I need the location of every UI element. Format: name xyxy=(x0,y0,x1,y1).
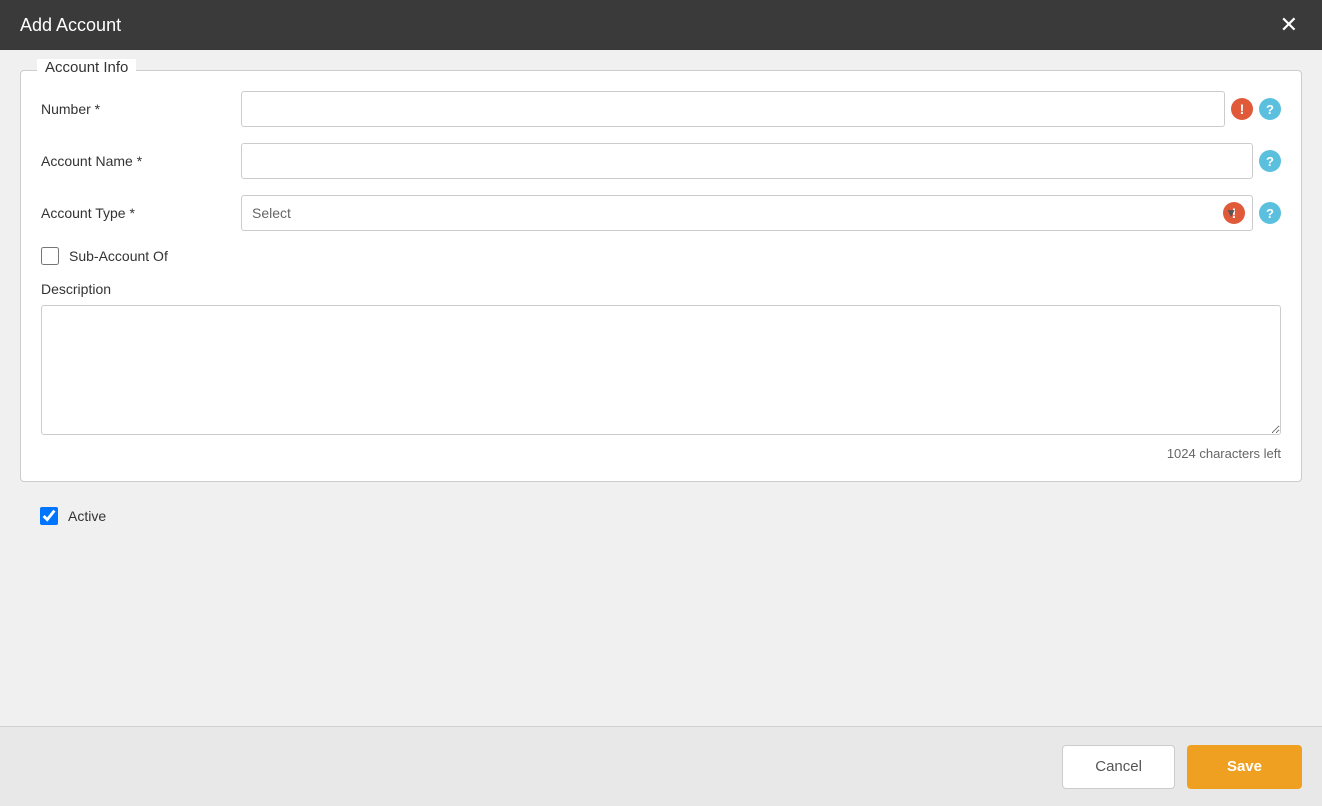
account-name-label: Account Name * xyxy=(41,153,241,169)
description-label: Description xyxy=(41,281,1281,297)
account-name-row: Account Name * ? xyxy=(41,143,1281,179)
char-count: 1024 characters left xyxy=(41,446,1281,461)
sub-account-checkbox[interactable] xyxy=(41,247,59,265)
account-type-select-wrapper: Select ! ▼ xyxy=(241,195,1253,231)
account-info-legend: Account Info xyxy=(37,59,136,76)
account-info-section: Account Info Number * ! ? Account Name * xyxy=(20,70,1302,482)
dialog-footer: Cancel Save xyxy=(0,726,1322,806)
number-row: Number * ! ? xyxy=(41,91,1281,127)
account-type-row: Account Type * Select ! ▼ xyxy=(41,195,1281,231)
active-label: Active xyxy=(68,508,106,524)
number-input[interactable] xyxy=(241,91,1225,127)
account-name-help-icon[interactable]: ? xyxy=(1259,150,1281,172)
add-account-dialog: Add Account ✕ Account Info Number * ! ? xyxy=(0,0,1322,806)
number-help-icon[interactable]: ? xyxy=(1259,98,1281,120)
dialog-header: Add Account ✕ xyxy=(0,0,1322,50)
account-name-input[interactable] xyxy=(241,143,1253,179)
number-field-wrapper: ! ? xyxy=(241,91,1281,127)
cancel-button[interactable]: Cancel xyxy=(1062,745,1175,789)
dialog-title: Add Account xyxy=(20,15,121,36)
sub-account-label: Sub-Account Of xyxy=(69,248,168,264)
account-type-label: Account Type * xyxy=(41,205,241,221)
account-type-select[interactable]: Select xyxy=(241,195,1253,231)
account-type-help-icon[interactable]: ? xyxy=(1259,202,1281,224)
account-type-field-wrapper: Select ! ▼ ? xyxy=(241,195,1281,231)
account-name-field-wrapper: ? xyxy=(241,143,1281,179)
active-row: Active xyxy=(20,497,1302,535)
dialog-body: Account Info Number * ! ? Account Name * xyxy=(0,50,1322,726)
description-textarea[interactable] xyxy=(41,305,1281,435)
close-button[interactable]: ✕ xyxy=(1276,14,1302,36)
sub-account-row: Sub-Account Of xyxy=(41,247,1281,265)
number-label: Number * xyxy=(41,101,241,117)
active-checkbox[interactable] xyxy=(40,507,58,525)
number-error-icon: ! xyxy=(1231,98,1253,120)
save-button[interactable]: Save xyxy=(1187,745,1302,789)
description-section: Description 1024 characters left xyxy=(41,281,1281,461)
